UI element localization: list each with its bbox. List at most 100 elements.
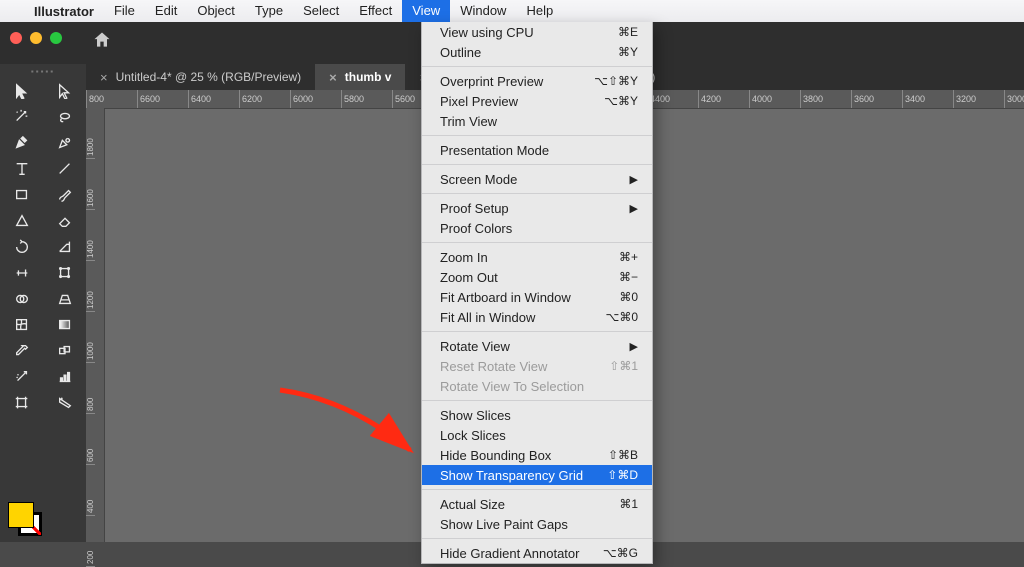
menu-item-outline[interactable]: Outline⌘Y [422, 42, 652, 62]
menu-item-fit-artboard-in-window[interactable]: Fit Artboard in Window⌘0 [422, 287, 652, 307]
menu-file[interactable]: File [104, 0, 145, 22]
menu-view[interactable]: View [402, 0, 450, 22]
menu-item-label: Fit All in Window [440, 310, 535, 325]
lasso-tool[interactable] [43, 104, 86, 130]
fill-swatch[interactable] [8, 502, 34, 528]
document-tab[interactable]: × Untitled-4* @ 25 % (RGB/Preview) [86, 64, 315, 90]
rotate-tool[interactable] [0, 234, 43, 260]
menu-item-overprint-preview[interactable]: Overprint Preview⌥⇧⌘Y [422, 71, 652, 91]
ruler-tick: 600 [86, 414, 95, 465]
menu-item-lock-slices[interactable]: Lock Slices [422, 425, 652, 445]
menu-item-zoom-in[interactable]: Zoom In⌘+ [422, 247, 652, 267]
direct-selection-tool[interactable] [43, 78, 86, 104]
menu-help[interactable]: Help [516, 0, 563, 22]
gradient-tool[interactable] [43, 312, 86, 338]
menu-item-label: Show Live Paint Gaps [440, 517, 568, 532]
menu-separator [422, 193, 652, 194]
menu-shortcut: ⇧⌘B [608, 448, 638, 462]
menu-item-proof-setup[interactable]: Proof Setup▶ [422, 198, 652, 218]
magic-wand-tool[interactable] [0, 104, 43, 130]
selection-tool[interactable] [0, 78, 43, 104]
menu-item-actual-size[interactable]: Actual Size⌘1 [422, 494, 652, 514]
tab-label: Untitled-4* @ 25 % (RGB/Preview) [116, 70, 302, 84]
ruler-tick: 4400 [647, 90, 698, 108]
menu-select[interactable]: Select [293, 0, 349, 22]
ruler-tick: 1800 [86, 108, 95, 159]
shape-builder-tool[interactable] [0, 286, 43, 312]
shaper-tool[interactable] [0, 208, 43, 234]
menu-item-trim-view[interactable]: Trim View [422, 111, 652, 131]
zoom-window-button[interactable] [50, 32, 62, 44]
artboard-tool[interactable] [0, 390, 43, 416]
menu-item-label: Outline [440, 45, 481, 60]
menu-type[interactable]: Type [245, 0, 293, 22]
menu-separator [422, 164, 652, 165]
menu-item-label: Actual Size [440, 497, 505, 512]
ruler-tick: 1200 [86, 261, 95, 312]
menu-object[interactable]: Object [187, 0, 245, 22]
menu-separator [422, 400, 652, 401]
toolbar-grip[interactable]: ▪▪▪▪▪ [0, 64, 86, 78]
eraser-tool[interactable] [43, 208, 86, 234]
menu-item-show-slices[interactable]: Show Slices [422, 405, 652, 425]
menu-item-label: Reset Rotate View [440, 359, 547, 374]
menu-window[interactable]: Window [450, 0, 516, 22]
symbol-sprayer-tool[interactable] [0, 364, 43, 390]
mac-menubar: Illustrator FileEditObjectTypeSelectEffe… [0, 0, 1024, 23]
menu-edit[interactable]: Edit [145, 0, 187, 22]
menu-effect[interactable]: Effect [349, 0, 402, 22]
menu-item-proof-colors[interactable]: Proof Colors [422, 218, 652, 238]
menu-item-fit-all-in-window[interactable]: Fit All in Window⌥⌘0 [422, 307, 652, 327]
menu-item-screen-mode[interactable]: Screen Mode▶ [422, 169, 652, 189]
menu-shortcut: ⌥⌘Y [604, 94, 638, 108]
paintbrush-tool[interactable] [43, 182, 86, 208]
close-tab-icon[interactable]: × [100, 70, 108, 85]
menu-item-hide-bounding-box[interactable]: Hide Bounding Box⇧⌘B [422, 445, 652, 465]
menu-item-presentation-mode[interactable]: Presentation Mode [422, 140, 652, 160]
type-tool[interactable] [0, 156, 43, 182]
close-tab-icon[interactable]: × [329, 70, 337, 85]
close-window-button[interactable] [10, 32, 22, 44]
perspective-tool[interactable] [43, 286, 86, 312]
menu-item-zoom-out[interactable]: Zoom Out⌘− [422, 267, 652, 287]
menu-item-show-transparency-grid[interactable]: Show Transparency Grid⇧⌘D [422, 465, 652, 485]
column-graph-tool[interactable] [43, 364, 86, 390]
scale-tool[interactable] [43, 234, 86, 260]
app-name[interactable]: Illustrator [24, 4, 104, 19]
menu-item-rotate-view[interactable]: Rotate View ▶ [422, 336, 652, 356]
menu-shortcut: ⌥⌘G [603, 546, 638, 560]
pen-tool[interactable] [0, 130, 43, 156]
menu-item-view-using-cpu[interactable]: View using CPU⌘E [422, 22, 652, 42]
free-transform-tool[interactable] [43, 260, 86, 286]
eyedropper-tool[interactable] [0, 338, 43, 364]
minimize-window-button[interactable] [30, 32, 42, 44]
menu-item-pixel-preview[interactable]: Pixel Preview⌥⌘Y [422, 91, 652, 111]
width-tool[interactable] [0, 260, 43, 286]
home-icon[interactable] [92, 30, 112, 55]
blend-tool[interactable] [43, 338, 86, 364]
submenu-arrow-icon: ▶ [630, 340, 638, 353]
menu-separator [422, 135, 652, 136]
menu-item-label: Overprint Preview [440, 74, 543, 89]
ruler-tick: 4000 [749, 90, 800, 108]
menu-separator [422, 66, 652, 67]
ruler-tick: 3600 [851, 90, 902, 108]
slice-tool[interactable] [43, 390, 86, 416]
menu-separator [422, 242, 652, 243]
menu-separator [422, 331, 652, 332]
menu-item-label: Rotate View [440, 339, 510, 354]
line-tool[interactable] [43, 156, 86, 182]
curvature-tool[interactable] [43, 130, 86, 156]
rectangle-tool[interactable] [0, 182, 43, 208]
menu-item-label: Lock Slices [440, 428, 506, 443]
ruler-tick: 1600 [86, 159, 95, 210]
menu-item-reset-rotate-view: Reset Rotate View⇧⌘1 [422, 356, 652, 376]
menu-separator [422, 538, 652, 539]
menu-item-label: Screen Mode [440, 172, 517, 187]
ruler-tick: 3800 [800, 90, 851, 108]
document-tab[interactable]: ×thumb v [315, 64, 405, 90]
menu-item-hide-gradient-annotator[interactable]: Hide Gradient Annotator⌥⌘G [422, 543, 652, 563]
menu-item-show-live-paint-gaps[interactable]: Show Live Paint Gaps [422, 514, 652, 534]
mesh-tool[interactable] [0, 312, 43, 338]
fill-stroke-swatch[interactable] [8, 502, 42, 536]
